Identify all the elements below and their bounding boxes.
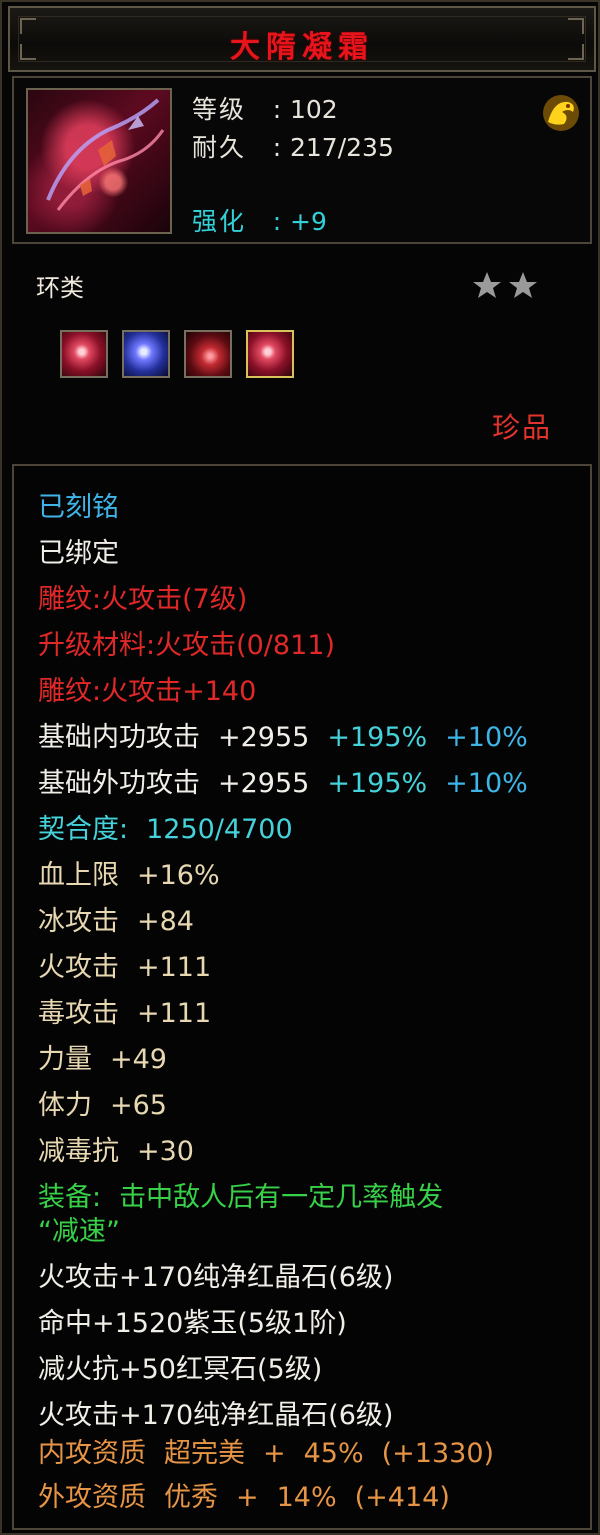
stat-percent: +10% [445, 722, 528, 753]
quality-grade: 优秀 [164, 1482, 218, 1513]
separator: : [272, 207, 282, 236]
quality-label: 外攻资质 [38, 1482, 146, 1513]
socket-line: 火攻击+170纯净红晶石(6级) [38, 1400, 394, 1431]
red-gem-icon[interactable] [60, 330, 108, 378]
inner-quality-line: 内攻资质 超完美 +45% (+1330) [38, 1436, 494, 1472]
socket-line: 命中+1520紫玉(5级1阶) [38, 1308, 347, 1339]
stat-label: 毒攻击 [38, 998, 119, 1029]
stat-value: +2955 [218, 768, 310, 799]
header-panel: 等级:102 耐久:217/235 强化: +9 [12, 76, 592, 244]
stat-line: 毒攻击 +111 [38, 996, 211, 1032]
stat-line: 体力 +65 [38, 1088, 167, 1124]
stat-value: +65 [110, 1090, 167, 1121]
quality-plus: + [263, 1438, 286, 1469]
fit-line: 契合度: 1250/4700 [38, 812, 293, 848]
red-crystal-icon[interactable] [184, 330, 232, 378]
title-bar: 大隋凝霜 [8, 6, 596, 72]
quality-percent: 45% [303, 1438, 364, 1469]
fit-label: 契合度: [38, 814, 129, 845]
equip-effect-line: 装备: 击中敌人后有一定几率触发 [38, 1180, 443, 1216]
dragon-emblem-icon [540, 92, 582, 134]
socket-line: 火攻击+170纯净红晶石(6级) [38, 1262, 394, 1293]
item-tooltip: 大隋凝霜 等级:102 耐久:217/235 强化: +9 环类 珍品 已刻铭 … [0, 0, 600, 1535]
stat-label: 火攻击 [38, 952, 119, 983]
level-label: 等级 [192, 95, 247, 124]
upgrade-material-line: 升级材料:火攻击(0/811) [38, 630, 335, 661]
stat-label: 体力 [38, 1090, 92, 1121]
level-value: 102 [290, 95, 338, 124]
equip-effect: 击中敌人后有一定几率触发 [119, 1182, 444, 1213]
engraved-status: 已刻铭 [38, 492, 119, 523]
carving-line: 雕纹:火攻击(7级) [38, 584, 248, 615]
separator: : [272, 95, 282, 124]
star-icon [509, 272, 537, 298]
inner-attack-line: 基础内功攻击 +2955 +195% +10% [38, 720, 528, 756]
stat-line: 力量 +49 [38, 1042, 167, 1078]
quality-bonus: (+1330) [381, 1438, 495, 1469]
stat-line: 火攻击 +111 [38, 950, 211, 986]
stat-percent: +195% [327, 722, 428, 753]
equip-effect-name: “减速” [38, 1216, 120, 1247]
item-title: 大隋凝霜 [230, 30, 374, 65]
stat-label: 冰攻击 [38, 906, 119, 937]
stat-label: 减毒抗 [38, 1136, 119, 1167]
stat-value: +2955 [218, 722, 310, 753]
item-image [26, 88, 172, 234]
outer-quality-line: 外攻资质 优秀 +14% (+414) [38, 1480, 450, 1516]
blue-gem-icon[interactable] [122, 330, 170, 378]
stat-label: 基础内功攻击 [38, 722, 200, 753]
red-gem-icon[interactable] [246, 330, 294, 378]
stat-line: 血上限 +16% [38, 858, 220, 894]
stat-label: 力量 [38, 1044, 92, 1075]
socket-line: 减火抗+50红冥石(5级) [38, 1354, 323, 1385]
level-row: 等级:102 [192, 90, 338, 126]
stat-value: +84 [137, 906, 194, 937]
fit-value: 1250/4700 [146, 814, 293, 845]
equip-label: 装备: [38, 1182, 102, 1213]
quality-percent: 14% [276, 1482, 337, 1513]
ring-artwork [46, 98, 165, 211]
stat-line: 冰攻击 +84 [38, 904, 194, 940]
stat-line: 减毒抗 +30 [38, 1134, 194, 1170]
bound-status: 已绑定 [38, 538, 119, 569]
quality-plus: + [236, 1482, 259, 1513]
star-rating [473, 272, 537, 298]
enhance-row: 强化: +9 [192, 202, 327, 238]
separator: : [272, 133, 282, 162]
quality-grade: 超完美 [164, 1438, 245, 1469]
durability-value: 217/235 [290, 133, 394, 162]
enhance-label: 强化 [192, 207, 247, 236]
durability-label: 耐久 [192, 133, 247, 162]
star-icon [473, 272, 501, 298]
stat-value: +111 [137, 952, 212, 983]
stat-value: +30 [137, 1136, 194, 1167]
quality-label: 内攻资质 [38, 1438, 146, 1469]
stat-value: +16% [137, 860, 220, 891]
carving-bonus-line: 雕纹:火攻击+140 [38, 676, 257, 707]
durability-row: 耐久:217/235 [192, 128, 394, 164]
item-category: 环类 [36, 274, 84, 302]
stat-value: +49 [110, 1044, 167, 1075]
quality-bonus: (+414) [354, 1482, 450, 1513]
rarity-label: 珍品 [491, 411, 552, 444]
stat-label: 基础外功攻击 [38, 768, 200, 799]
stat-label: 血上限 [38, 860, 119, 891]
stat-percent: +10% [445, 768, 528, 799]
enhance-value: +9 [290, 207, 327, 236]
stat-value: +111 [137, 998, 212, 1029]
outer-attack-line: 基础外功攻击 +2955 +195% +10% [38, 766, 528, 802]
stat-percent: +195% [327, 768, 428, 799]
